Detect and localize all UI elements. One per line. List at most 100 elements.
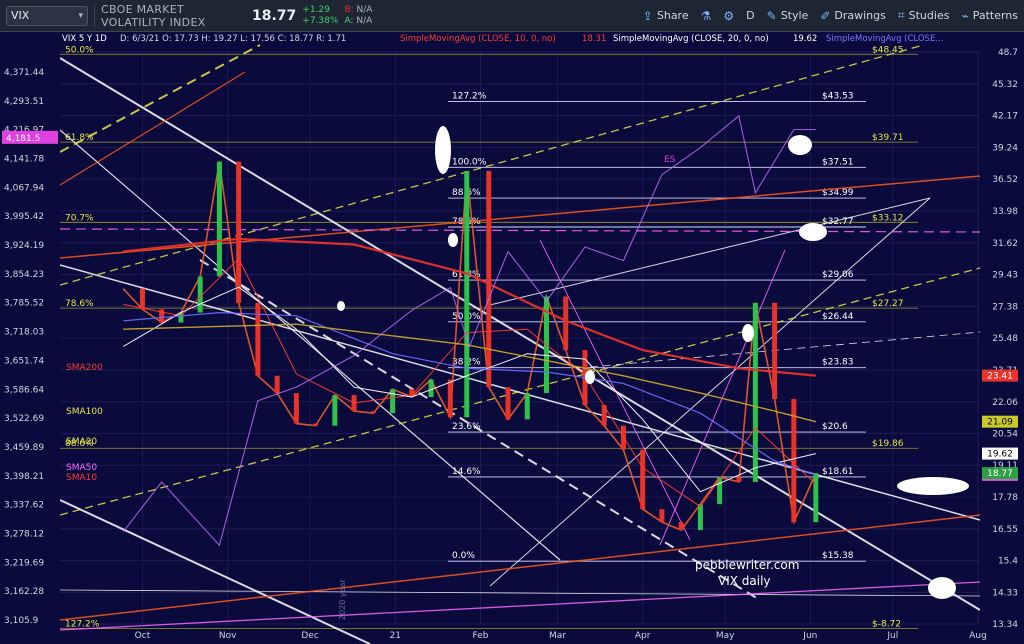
x-axis-tick-label: May	[716, 631, 735, 641]
highlight-ellipse	[435, 126, 451, 174]
candle	[524, 393, 530, 420]
x-axis-tick-label: Nov	[219, 631, 237, 641]
drawings-label: Drawings	[834, 9, 886, 22]
highlight-ellipse	[337, 301, 345, 311]
candle	[236, 161, 242, 303]
legend-sma20-value: 19.62	[793, 34, 817, 44]
x-axis-tick-label: Feb	[473, 631, 489, 641]
left-axis-tick-label: 3,995.42	[4, 212, 44, 222]
candle	[505, 387, 511, 420]
annotation-label: SMA20	[66, 437, 97, 447]
right-axis-tick-label: 29.43	[992, 270, 1018, 280]
left-axis-tick-label: 4,293.51	[4, 97, 44, 107]
right-axis-tick-label: 45.32	[992, 80, 1018, 90]
vix-chart[interactable]: 127.2%$43.53100.0%$37.5188.6%$34.9978.6%…	[0, 32, 1024, 644]
right-axis-tick-label: 39.24	[992, 143, 1018, 153]
highlight-ellipse	[585, 370, 595, 384]
x-axis-tick-label: Dec	[301, 631, 318, 641]
legend-sma20: SimpleMovingAvg (CLOSE, 20, 0, no)	[613, 34, 769, 44]
left-axis-tick-label: 3,162.28	[4, 587, 44, 597]
interval-button[interactable]: D	[740, 0, 760, 32]
bid-value: N/A	[356, 4, 373, 15]
drawings-button[interactable]: ✐ Drawings	[814, 0, 892, 32]
candle	[332, 395, 338, 426]
candle	[464, 170, 470, 418]
candle	[428, 379, 434, 398]
left-axis-tick-label: 3,854.23	[4, 270, 44, 280]
settings-button[interactable]: ⚙	[717, 0, 740, 32]
candle	[640, 449, 646, 510]
right-axis-tick-label: 14.33	[992, 588, 1018, 598]
candle	[390, 389, 396, 414]
studies-button[interactable]: ⌗ Studies	[892, 0, 956, 32]
change-block: +1.29 +7.38%	[302, 5, 338, 27]
annotation-label: SMA10	[66, 473, 97, 483]
symbol-input[interactable]: VIX ▾	[6, 5, 88, 26]
candle	[791, 399, 797, 523]
candle	[813, 473, 819, 523]
candle	[486, 170, 492, 388]
patterns-button[interactable]: ⌁ Patterns	[955, 0, 1024, 32]
x-axis-tick-label: Jul	[886, 631, 898, 641]
flask-icon: ⚗	[700, 8, 712, 23]
left-axis-tick-label: 3,398.21	[4, 472, 44, 482]
right-axis-tick-label: 13.34	[992, 620, 1018, 630]
x-axis-tick-label: Mar	[549, 631, 566, 641]
flask-button[interactable]: ⚗	[695, 0, 718, 32]
studies-icon: ⌗	[897, 8, 905, 22]
left-axis-tick-label: 4,141.78	[4, 155, 44, 165]
fib-price: $15.38	[822, 551, 854, 561]
fib-label-long: 70.7%	[65, 213, 94, 223]
share-icon: ⇪	[642, 8, 653, 23]
share-button[interactable]: ⇪ Share	[637, 0, 695, 32]
x-axis-tick-label: Aug	[969, 631, 987, 641]
left-axis-tick-label: 3,924.19	[4, 241, 44, 251]
price-flag-label: 21.09	[987, 418, 1013, 428]
left-axis-tick-label: 3,718.03	[4, 328, 44, 338]
fib-price-long: $-8.72	[872, 620, 901, 630]
drawings-icon: ✐	[820, 8, 831, 23]
fib-label-long: 78.6%	[65, 299, 94, 309]
left-axis-tick-label: 3,219.69	[4, 558, 44, 568]
change-value: +1.29	[302, 4, 330, 15]
fib-price-long: $19.86	[872, 439, 904, 449]
fib-price-long: $33.12	[872, 213, 904, 223]
legend-title: VIX 5 Y 1D	[62, 34, 107, 44]
annotation-label: SMA200	[66, 363, 103, 373]
right-axis-tick-label: 48.7	[998, 48, 1018, 58]
fib-label: 100.0%	[452, 157, 487, 167]
symbol-text: VIX	[11, 9, 30, 22]
watermark-site: pebblewriter.com	[695, 558, 799, 572]
legend-sma10-value: 18.31	[582, 34, 606, 44]
left-axis-tick-label: 3,522.69	[4, 414, 44, 424]
left-axis-tick-label: 3,785.52	[4, 299, 44, 309]
left-price-label: 4,181.5	[6, 134, 40, 144]
left-axis-tick-label: 4,067.94	[4, 183, 44, 193]
fib-label-long: 50.0%	[65, 45, 94, 55]
style-label: Style	[780, 9, 809, 22]
fib-price: $37.51	[822, 157, 854, 167]
instrument-name: CBOE MARKET VOLATILITY INDEX	[101, 2, 206, 29]
right-axis-tick-label: 31.62	[992, 239, 1018, 249]
fib-price-long: $27.27	[872, 299, 904, 309]
candle	[752, 302, 758, 482]
right-axis-tick-label: 16.55	[992, 525, 1018, 535]
x-axis-tick-label: Apr	[635, 631, 651, 641]
right-axis-tick-label: 27.38	[992, 302, 1018, 312]
annotation-label: SMA50	[66, 463, 97, 473]
x-axis-tick-label: Jun	[802, 631, 817, 641]
candle	[736, 477, 742, 482]
chevron-down-icon[interactable]: ▾	[78, 11, 83, 21]
candle	[563, 296, 569, 351]
highlight-ellipse	[897, 477, 969, 495]
fib-price: $26.44	[822, 312, 854, 322]
candle	[697, 504, 703, 531]
left-axis-panel	[0, 32, 60, 644]
price-flag-label: 23.41	[987, 372, 1013, 382]
fib-price-long: $39.71	[872, 133, 904, 143]
candle	[659, 509, 665, 523]
style-button[interactable]: ✎ Style	[761, 0, 815, 32]
left-axis-tick-label: 4,371.44	[4, 68, 44, 78]
studies-label: Studies	[908, 9, 950, 22]
candle	[293, 393, 299, 424]
